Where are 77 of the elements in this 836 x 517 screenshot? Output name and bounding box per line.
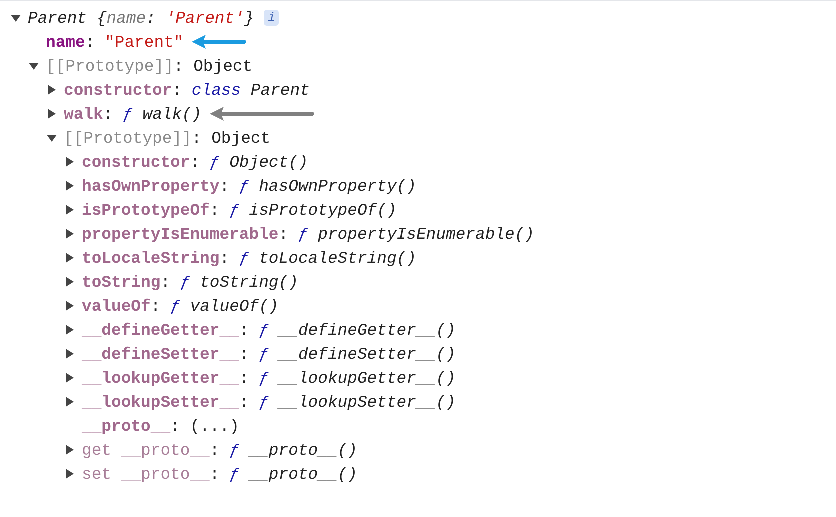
colon: : (174, 56, 185, 76)
property-key: hasOwnProperty (82, 176, 220, 196)
property-key: [[Prototype]] (64, 128, 192, 148)
colon: : (239, 368, 250, 388)
colon: : (220, 176, 231, 196)
property-key: get __proto__ (82, 440, 210, 460)
expand-triangle-icon[interactable] (64, 348, 76, 360)
object-summary: Parent {name: 'Parent'} (28, 8, 254, 28)
expand-triangle-icon[interactable] (64, 396, 76, 408)
property-value: ƒ __lookupSetter__() (259, 392, 456, 412)
property-value: "Parent" (105, 32, 184, 52)
property-key: constructor (82, 152, 190, 172)
expand-triangle-icon[interactable] (64, 324, 76, 336)
property-value: ƒ __lookupGetter__() (259, 368, 456, 388)
expand-triangle-icon[interactable] (64, 276, 76, 288)
property-value: ƒ isPrototypeOf() (230, 200, 397, 220)
expand-triangle-icon[interactable] (64, 252, 76, 264)
expand-triangle-icon[interactable] (46, 84, 58, 96)
expand-triangle-icon[interactable] (64, 372, 76, 384)
property-key: isPrototypeOf (82, 200, 210, 220)
property-key: propertyIsEnumerable (82, 224, 279, 244)
property-key: walk (64, 104, 104, 124)
property-value: ƒ Object() (210, 152, 308, 172)
expand-triangle-icon[interactable] (46, 108, 58, 120)
expand-triangle-icon[interactable] (64, 156, 76, 168)
info-badge[interactable]: i (264, 10, 280, 26)
property-key: toLocaleString (82, 248, 220, 268)
property-key: __lookupGetter__ (82, 368, 240, 388)
property-value: ƒ __proto__() (230, 464, 358, 484)
property-value: ƒ __defineSetter__() (259, 344, 456, 364)
property-value: ƒ propertyIsEnumerable() (298, 224, 535, 244)
colon: : (170, 416, 182, 436)
colon: : (150, 296, 162, 316)
colon: : (85, 32, 96, 52)
expand-triangle-icon[interactable] (64, 228, 76, 240)
property-key: valueOf (82, 296, 151, 316)
colon: : (278, 224, 290, 244)
colon: : (210, 200, 221, 220)
expand-triangle-icon[interactable] (64, 180, 76, 192)
property-value: Object (212, 128, 271, 148)
colon: : (160, 272, 172, 292)
property-value: ƒ toLocaleString() (239, 248, 416, 268)
colon: : (210, 440, 221, 460)
colon: : (220, 248, 231, 268)
collapse-triangle-icon[interactable] (10, 12, 22, 24)
property-value: class Parent (192, 80, 310, 100)
colon: : (210, 464, 221, 484)
collapse-triangle-icon[interactable] (28, 60, 40, 72)
colon: : (239, 392, 250, 412)
property-key: __proto__ (82, 416, 171, 436)
property-value: (...) (190, 416, 240, 436)
property-value: ƒ valueOf() (170, 296, 279, 316)
property-key: [[Prototype]] (46, 56, 174, 76)
colon: : (172, 80, 184, 100)
property-value: ƒ __defineGetter__() (259, 320, 456, 340)
property-key: __defineGetter__ (82, 320, 240, 340)
property-value: ƒ toString() (180, 272, 298, 292)
property-key: constructor (64, 80, 172, 100)
property-key: __lookupSetter__ (82, 392, 240, 412)
property-key: name (46, 32, 86, 52)
colon: : (103, 104, 114, 124)
expand-triangle-icon[interactable] (64, 204, 76, 216)
property-value: ƒ hasOwnProperty() (239, 176, 416, 196)
collapse-triangle-icon[interactable] (46, 132, 58, 144)
expand-triangle-icon[interactable] (64, 300, 76, 312)
property-value: ƒ __proto__() (230, 440, 358, 460)
colon: : (192, 128, 203, 148)
property-key: set __proto__ (82, 464, 210, 484)
expand-triangle-icon[interactable] (64, 444, 76, 456)
colon: : (239, 320, 250, 340)
colon: : (239, 344, 250, 364)
property-value: Object (194, 56, 253, 76)
expand-triangle-icon[interactable] (64, 468, 76, 480)
property-key: toString (82, 272, 161, 292)
colon: : (190, 152, 202, 172)
property-value: ƒ walk() (123, 104, 202, 124)
property-key: __defineSetter__ (82, 344, 240, 364)
